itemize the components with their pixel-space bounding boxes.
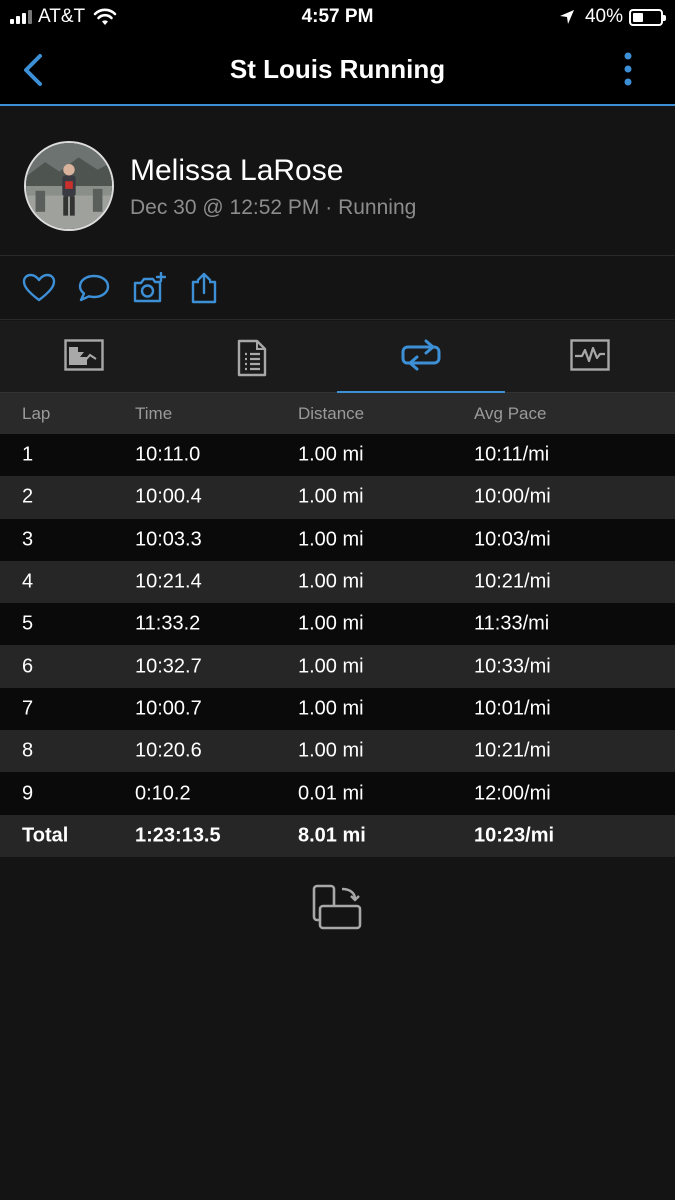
lap-distance: 1.00 mi bbox=[298, 570, 364, 593]
header-time: Time bbox=[135, 403, 173, 423]
lap-avg-pace: 10:21/mi bbox=[474, 739, 551, 762]
lap-distance: 0.01 mi bbox=[298, 782, 364, 805]
activity-header: Melissa LaRose Dec 30 @ 12:52 PM · Runni… bbox=[0, 106, 675, 256]
charts-icon bbox=[570, 339, 610, 371]
more-vertical-icon[interactable] bbox=[621, 50, 635, 90]
user-name[interactable]: Melissa LaRose bbox=[130, 154, 343, 188]
laps-icon bbox=[401, 339, 441, 371]
table-row[interactable]: 7 10:00.7 1.00 mi 10:01/mi bbox=[0, 687, 675, 731]
total-label: Total bbox=[22, 824, 69, 847]
lap-time: 10:11.0 bbox=[135, 443, 201, 466]
lap-distance: 1.00 mi bbox=[298, 528, 364, 551]
lap-time: 10:32.7 bbox=[135, 655, 202, 678]
battery-icon bbox=[629, 8, 666, 26]
lap-time: 11:33.2 bbox=[135, 612, 201, 635]
lap-distance: 1.00 mi bbox=[298, 612, 364, 635]
lap-number: 8 bbox=[22, 739, 34, 762]
add-photo-icon[interactable] bbox=[132, 272, 166, 304]
header-lap: Lap bbox=[22, 403, 51, 423]
tab-overview[interactable] bbox=[0, 321, 168, 393]
lap-number: 6 bbox=[22, 655, 34, 678]
status-bar: AT&T 4:57 PM 40% bbox=[0, 0, 675, 36]
table-row[interactable]: 4 10:21.4 1.00 mi 10:21/mi bbox=[0, 560, 675, 604]
lap-time: 0:10.2 bbox=[135, 782, 191, 805]
avatar[interactable] bbox=[24, 141, 114, 231]
lap-distance: 1.00 mi bbox=[298, 655, 364, 678]
lap-time: 10:20.6 bbox=[135, 739, 202, 762]
lap-number: 4 bbox=[22, 570, 34, 593]
lap-avg-pace: 10:01/mi bbox=[474, 697, 551, 720]
lap-number: 3 bbox=[22, 528, 34, 551]
table-row[interactable]: 3 10:03.3 1.00 mi 10:03/mi bbox=[0, 518, 675, 561]
table-row[interactable]: 6 10:32.7 1.00 mi 10:33/mi bbox=[0, 645, 675, 688]
overview-icon bbox=[64, 339, 104, 371]
lap-time: 10:21.4 bbox=[135, 570, 202, 593]
heart-icon[interactable] bbox=[22, 272, 56, 304]
lap-avg-pace: 12:00/mi bbox=[474, 782, 551, 805]
laps-table: Lap Time Distance Avg Pace 1 10:11.0 1.00 … bbox=[0, 393, 675, 857]
table-header: Lap Time Distance Avg Pace bbox=[0, 393, 675, 434]
page-title: St Louis Running bbox=[229, 54, 446, 84]
lap-avg-pace: 10:03/mi bbox=[474, 528, 551, 551]
comment-icon[interactable] bbox=[77, 272, 111, 304]
lap-distance: 1.00 mi bbox=[298, 443, 364, 466]
tab-charts[interactable] bbox=[506, 321, 674, 393]
share-icon[interactable] bbox=[187, 272, 221, 304]
tab-details[interactable] bbox=[168, 321, 336, 393]
lap-distance: 1.00 mi bbox=[298, 485, 364, 508]
lap-avg-pace: 10:33/mi bbox=[474, 655, 551, 678]
total-avg-pace: 10:23/mi bbox=[474, 824, 555, 847]
rotate-device-icon[interactable] bbox=[312, 884, 364, 930]
lap-time: 10:00.4 bbox=[135, 485, 202, 508]
table-row[interactable]: 9 0:10.2 0.01 mi 12:00/mi bbox=[0, 772, 675, 815]
tab-bar bbox=[0, 321, 675, 394]
lap-time: 10:00.7 bbox=[135, 697, 202, 720]
lap-avg-pace: 10:11/mi bbox=[474, 443, 550, 466]
activity-meta: Dec 30 @ 12:52 PM · Running bbox=[130, 196, 417, 219]
lap-number: 9 bbox=[22, 782, 34, 805]
lap-number: 1 bbox=[22, 443, 34, 466]
header-distance: Distance bbox=[298, 403, 365, 423]
table-row[interactable]: 5 11:33.2 1.00 mi 11:33/mi bbox=[0, 603, 675, 646]
table-row[interactable]: 2 10:00.4 1.00 mi 10:00/mi bbox=[0, 476, 675, 519]
lap-avg-pace: 10:21/mi bbox=[474, 570, 551, 593]
table-row[interactable]: 1 10:11.0 1.00 mi 10:11/mi bbox=[0, 434, 675, 477]
header-avg-pace: Avg Pace bbox=[474, 403, 547, 423]
lap-time: 10:03.3 bbox=[135, 528, 202, 551]
lap-distance: 1.00 mi bbox=[298, 739, 364, 762]
total-time: 1:23:13.5 bbox=[135, 824, 221, 847]
lap-distance: 1.00 mi bbox=[298, 697, 364, 720]
details-icon bbox=[237, 339, 267, 377]
lap-number: 7 bbox=[22, 697, 34, 720]
lap-number: 2 bbox=[22, 485, 34, 508]
status-right: 40% bbox=[559, 6, 666, 28]
total-row: Total 1:23:13.5 8.01 mi 10:23/mi bbox=[0, 814, 675, 857]
battery-percent: 40% bbox=[584, 6, 623, 27]
table-row[interactable]: 8 10:20.6 1.00 mi 10:21/mi bbox=[0, 730, 675, 773]
location-arrow-icon bbox=[559, 10, 574, 24]
lap-avg-pace: 10:00/mi bbox=[474, 485, 551, 508]
tab-laps[interactable] bbox=[337, 321, 505, 394]
total-distance: 8.01 mi bbox=[298, 824, 366, 847]
lap-rows: 1 10:11.0 1.00 mi 10:11/mi 2 10:00.4 1.00 mi 10… bbox=[0, 434, 675, 815]
action-bar bbox=[0, 256, 675, 320]
lap-avg-pace: 11:33/mi bbox=[474, 612, 550, 635]
lap-number: 5 bbox=[22, 612, 34, 635]
nav-bar: St Louis Running bbox=[0, 36, 675, 106]
